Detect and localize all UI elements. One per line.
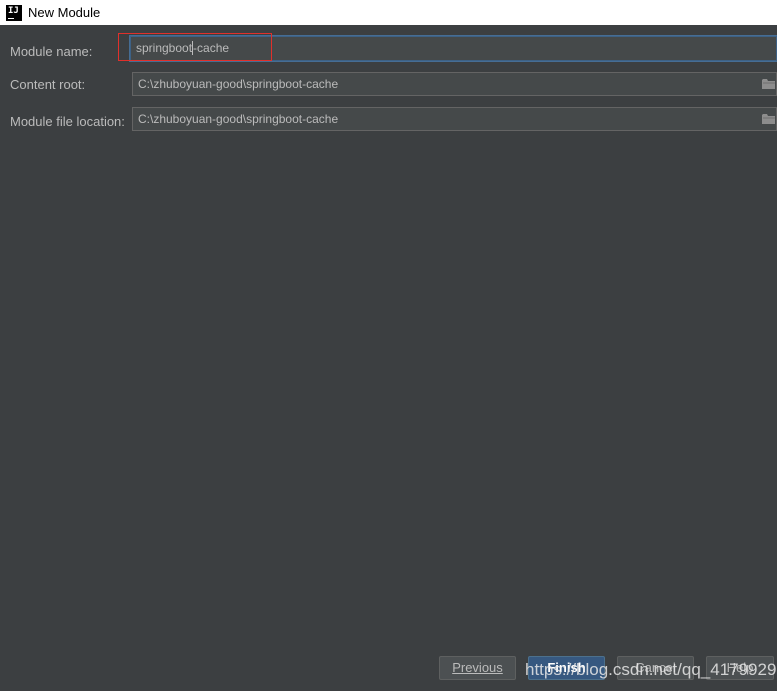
new-module-dialog: IJ New Module Module name: springboot-ca… — [0, 0, 777, 691]
title-bar: IJ New Module — [0, 0, 777, 25]
module-name-label: Module name: — [10, 44, 93, 59]
content-root-label: Content root: — [10, 77, 86, 92]
browse-folder-icon[interactable] — [762, 77, 776, 91]
intellij-idea-icon: IJ — [6, 4, 22, 21]
module-name-text-before-cursor: springboot — [136, 41, 193, 55]
previous-button[interactable]: Previous — [439, 656, 516, 680]
module-name-input[interactable]: springboot-cache — [130, 36, 777, 61]
finish-button-label: Finish — [547, 660, 586, 675]
help-button[interactable]: Help — [706, 656, 774, 680]
module-name-row: Module name: springboot-cache — [0, 35, 777, 61]
finish-button[interactable]: Finish — [528, 656, 605, 680]
content-root-input[interactable]: C:\zhuboyuan-good\springboot-cache — [132, 72, 777, 96]
cancel-button-label: Cancel — [635, 660, 676, 675]
module-file-location-input[interactable]: C:\zhuboyuan-good\springboot-cache — [132, 107, 777, 131]
help-button-label: Help — [726, 660, 754, 675]
browse-folder-icon[interactable] — [762, 112, 776, 126]
content-root-row: Content root: C:\zhuboyuan-good\springbo… — [0, 72, 777, 98]
module-file-location-label: Module file location: — [10, 114, 125, 129]
previous-button-label: Previous — [452, 660, 503, 675]
module-file-location-row: Module file location: C:\zhuboyuan-good\… — [0, 107, 777, 133]
content-root-value: C:\zhuboyuan-good\springboot-cache — [138, 77, 339, 91]
window-title: New Module — [28, 5, 101, 20]
module-file-location-value: C:\zhuboyuan-good\springboot-cache — [138, 112, 339, 126]
dialog-buttons: Previous Finish Cancel Help — [0, 656, 777, 680]
cancel-button[interactable]: Cancel — [617, 656, 694, 680]
module-name-text-after-cursor: -cache — [193, 41, 230, 55]
